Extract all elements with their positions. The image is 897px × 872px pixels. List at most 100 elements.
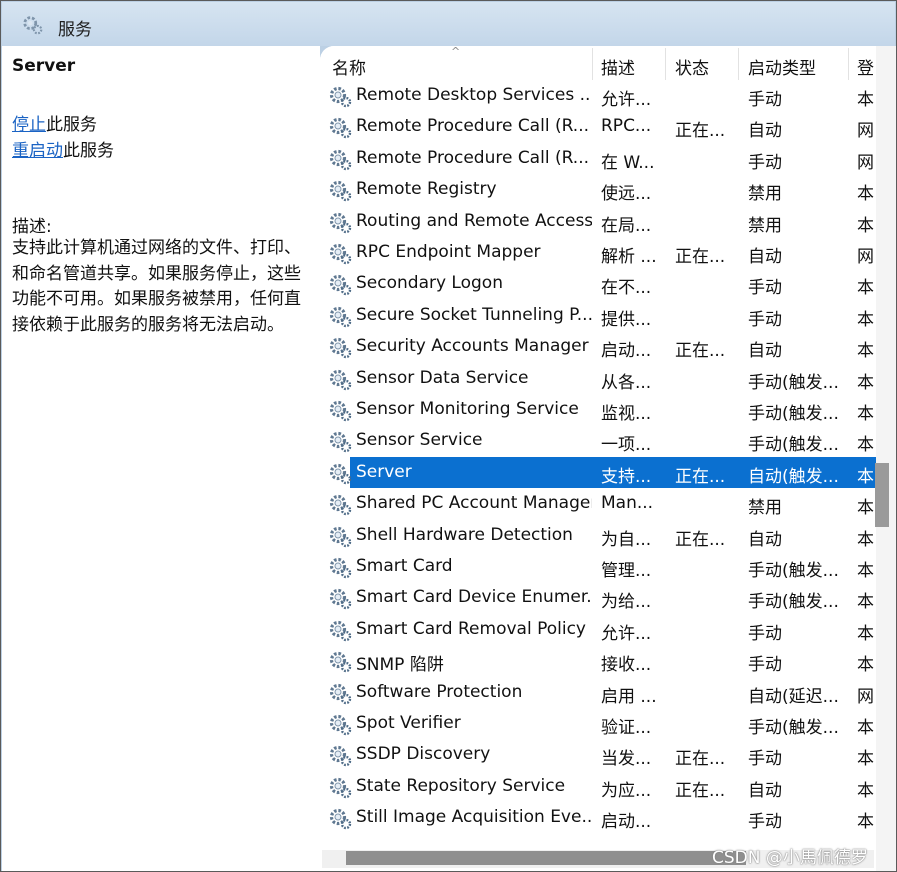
- stop-service-suffix: 此服务: [46, 115, 97, 135]
- service-gear-icon: [328, 241, 352, 265]
- service-gear-icon: [328, 429, 352, 453]
- service-description: 支持...: [601, 466, 652, 487]
- service-description: 允许...: [601, 623, 652, 644]
- service-startup-type: 手动(触发...: [748, 561, 839, 581]
- service-name: RPC Endpoint Mapper: [356, 242, 541, 262]
- service-name: Sensor Data Service: [356, 367, 529, 388]
- service-row[interactable]: Smart Card Removal Policy 允许... 手动 本: [320, 614, 876, 645]
- column-divider[interactable]: [848, 48, 849, 80]
- column-divider[interactable]: [738, 48, 739, 80]
- service-startup-type: 自动(触发...: [748, 466, 839, 487]
- service-row[interactable]: Secure Socket Tunneling P... 提供... 手动 本: [320, 300, 876, 331]
- service-name: Remote Registry: [356, 179, 497, 200]
- service-description: 管理...: [601, 561, 652, 581]
- service-startup-type: 手动(触发...: [748, 372, 839, 393]
- column-divider[interactable]: [592, 48, 593, 80]
- service-gear-icon: [328, 618, 352, 642]
- service-description: 启用 ...: [601, 686, 657, 707]
- service-status: 正在...: [675, 529, 726, 550]
- service-startup-type: 自动: [748, 780, 782, 801]
- service-gear-icon: [328, 743, 352, 767]
- vertical-scroll-thumb[interactable]: [875, 463, 889, 527]
- service-row[interactable]: Routing and Remote Access 在局... 禁用 本: [320, 206, 876, 237]
- service-description: 一项...: [601, 435, 652, 456]
- service-row[interactable]: SNMP 陷阱 接收... 手动 本: [320, 645, 876, 676]
- service-login-as: 本: [857, 655, 874, 676]
- service-description: 启动...: [601, 341, 652, 362]
- service-row[interactable]: Secondary Logon 在不... 手动 本: [320, 268, 876, 299]
- watermark: CSDN @小馬佩德罗: [712, 848, 868, 868]
- service-row[interactable]: Shared PC Account Manager Man... 禁用 本: [320, 488, 876, 519]
- service-gear-icon: [328, 524, 352, 548]
- service-row[interactable]: Smart Card Device Enumer... 为给... 手动(触发...…: [320, 582, 876, 613]
- service-startup-type: 手动(触发...: [748, 592, 839, 613]
- column-status[interactable]: 状态: [675, 54, 709, 79]
- service-gear-icon: [328, 775, 352, 799]
- service-name: Shared PC Account Manager: [356, 493, 592, 514]
- column-description[interactable]: 描述: [601, 54, 635, 79]
- services-window: 服务 Server 停止此服务 重启动此服务 描述: 支持此计算机通过网络的文件…: [0, 0, 897, 872]
- service-startup-type: 禁用: [748, 215, 782, 236]
- service-startup-type: 自动: [748, 341, 782, 362]
- service-name: Secondary Logon: [356, 273, 503, 294]
- service-startup-type: 手动(触发...: [748, 435, 839, 456]
- service-description: 监视...: [601, 404, 652, 424]
- column-startup-type[interactable]: 启动类型: [748, 54, 816, 79]
- service-gear-icon: [328, 492, 352, 516]
- service-gear-icon: [328, 681, 352, 705]
- service-row[interactable]: Spot Verifier 验证... 手动(触发... 本: [320, 708, 876, 739]
- service-description: 为应...: [601, 780, 652, 801]
- service-description: 在局...: [601, 215, 652, 236]
- column-name[interactable]: 名称: [332, 54, 366, 79]
- restart-service-link[interactable]: 重启动: [12, 141, 63, 161]
- service-name: Routing and Remote Access: [356, 210, 592, 231]
- service-gear-icon: [328, 147, 352, 171]
- service-name: Smart Card Device Enumer...: [356, 587, 592, 608]
- service-row[interactable]: Sensor Service 一项... 手动(触发... 本: [320, 425, 876, 456]
- service-description: 当发...: [601, 749, 652, 770]
- column-login-as[interactable]: 登: [857, 54, 874, 79]
- service-login-as: 本: [857, 278, 874, 299]
- service-row[interactable]: SSDP Discovery 当发... 正在... 手动 本: [320, 739, 876, 770]
- service-row[interactable]: State Repository Service 为应... 正在... 自动 本: [320, 771, 876, 802]
- service-login-as: 本: [857, 309, 874, 330]
- service-login-as: 本: [857, 780, 874, 801]
- service-description: 在 W...: [601, 152, 655, 173]
- service-row[interactable]: Server 支持... 正在... 自动(触发... 本: [329, 456, 876, 488]
- service-row[interactable]: Software Protection 启用 ... 自动(延迟... 网: [320, 677, 876, 708]
- service-status: 正在...: [675, 247, 726, 267]
- service-row[interactable]: Remote Procedure Call (R... 在 W... 手动 网: [320, 143, 876, 174]
- service-row[interactable]: Sensor Monitoring Service 监视... 手动(触发... 本: [320, 394, 876, 425]
- stop-service-link[interactable]: 停止: [12, 115, 46, 135]
- service-row[interactable]: Shell Hardware Detection 为自... 正在... 自动 本: [320, 520, 876, 551]
- service-login-as: 本: [857, 718, 874, 738]
- service-name: Shell Hardware Detection: [356, 524, 573, 545]
- column-divider[interactable]: [665, 48, 666, 80]
- description-label: 描述:: [12, 217, 52, 237]
- vertical-scrollbar[interactable]: [876, 46, 896, 871]
- service-description: 为给...: [601, 592, 652, 613]
- service-name: Still Image Acquisition Eve...: [356, 807, 592, 828]
- service-row[interactable]: Still Image Acquisition Eve... 启动... 手动 本: [320, 802, 876, 833]
- horizontal-scroll-thumb[interactable]: [346, 851, 746, 865]
- service-row[interactable]: Remote Desktop Services ... 允许... 手动 本: [320, 80, 876, 111]
- services-list-pane: ^ 名称 描述 状态 启动类型 登 Remote Desktop Service…: [320, 46, 896, 871]
- service-description: 使远...: [601, 184, 652, 205]
- service-gear-icon: [328, 178, 352, 202]
- service-login-as: 本: [857, 435, 874, 456]
- service-row[interactable]: Security Accounts Manager 启动... 正在... 自动 本: [320, 331, 876, 362]
- service-row[interactable]: Remote Procedure Call (R... RPC... 正在... 自动…: [320, 111, 876, 142]
- service-startup-type: 手动: [748, 152, 782, 173]
- service-row[interactable]: Remote Registry 使远... 禁用 本: [320, 174, 876, 205]
- service-status: 正在...: [675, 341, 726, 362]
- service-startup-type: 手动: [748, 655, 782, 676]
- service-description: 允许...: [601, 90, 652, 110]
- description-pane: Server 停止此服务 重启动此服务 描述: 支持此计算机通过网络的文件、打印…: [2, 46, 320, 871]
- service-name: Sensor Monitoring Service: [356, 399, 579, 419]
- service-startup-type: 自动: [748, 247, 782, 267]
- services-list: ^ 名称 描述 状态 启动类型 登 Remote Desktop Service…: [320, 46, 876, 871]
- service-row[interactable]: Sensor Data Service 从各... 手动(触发... 本: [320, 363, 876, 394]
- service-login-as: 本: [857, 592, 874, 613]
- service-row[interactable]: Smart Card 管理... 手动(触发... 本: [320, 551, 876, 582]
- service-row[interactable]: RPC Endpoint Mapper 解析 ... 正在... 自动 网: [320, 237, 876, 268]
